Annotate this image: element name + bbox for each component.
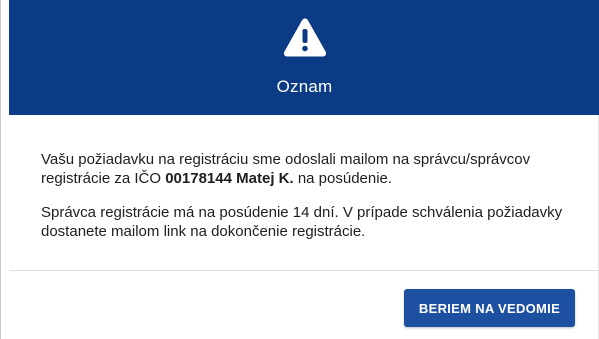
review-period-message: Správca registrácie má na posúdenie 14 d… [41,204,563,240]
ico-number: 00178144 [165,170,232,187]
dialog-title: Oznam [276,77,333,96]
acknowledge-button[interactable]: BERIEM NA VEDOMIE [404,289,575,327]
notice-dialog: Oznam Vašu požiadavku na registráciu sme… [0,0,599,339]
dialog-body: Vašu požiadavku na registráciu sme odosl… [41,150,581,241]
message-text-after: na posúdenie. [293,170,393,187]
dialog-header: Oznam [9,0,599,115]
footer-divider [9,270,599,271]
registration-request-message: Vašu požiadavku na registráciu sme odosl… [41,150,581,188]
warning-triangle-icon [283,18,326,57]
user-name: Matej K. [236,170,294,187]
